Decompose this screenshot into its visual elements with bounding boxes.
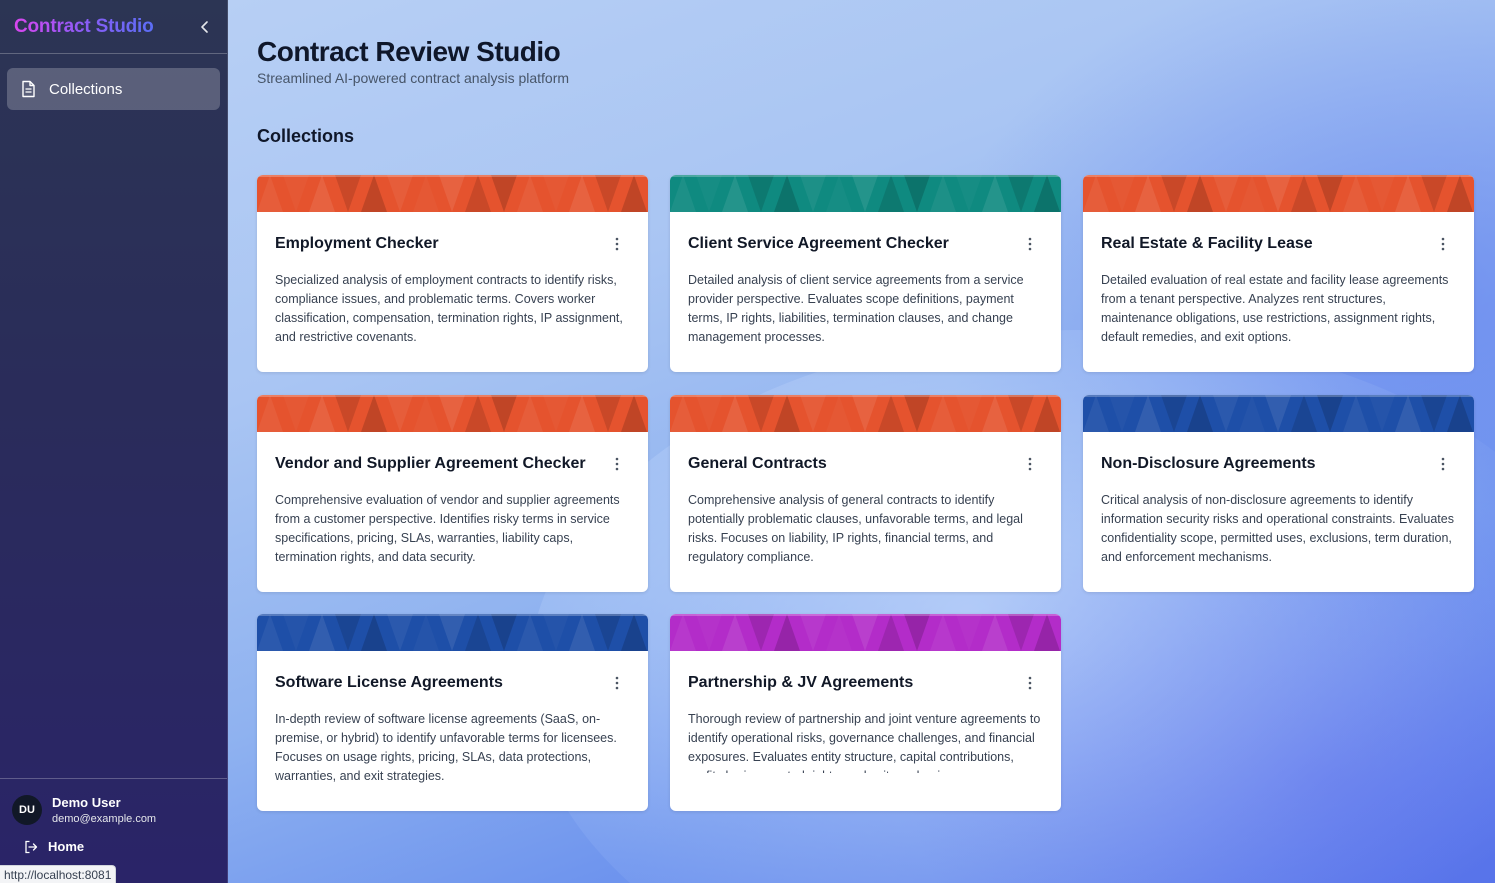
collection-card[interactable]: Client Service Agreement Checker Detaile… [670, 175, 1061, 372]
more-options-button[interactable] [1020, 234, 1040, 254]
card-banner [670, 175, 1061, 212]
collection-card[interactable]: General Contracts Comprehensive analysis… [670, 395, 1061, 592]
card-banner [670, 395, 1061, 432]
card-title: Non-Disclosure Agreements [1101, 455, 1316, 472]
kebab-menu-icon [615, 676, 619, 690]
page-subtitle: Streamlined AI-powered contract analysis… [257, 70, 570, 86]
card-title: Employment Checker [275, 235, 439, 252]
card-description: Detailed analysis of client service agre… [688, 273, 1024, 344]
card-description: Thorough review of partnership and joint… [688, 712, 1041, 773]
home-link[interactable]: Home [0, 825, 227, 854]
sidebar-nav: Collections [0, 54, 227, 124]
collection-card[interactable]: Real Estate & Facility Lease Detailed ev… [1083, 175, 1474, 372]
kebab-menu-icon [1441, 237, 1445, 251]
card-description: In-depth review of software license agre… [275, 712, 617, 783]
more-options-button[interactable] [607, 234, 627, 254]
card-title: Real Estate & Facility Lease [1101, 235, 1313, 252]
collapse-sidebar-button[interactable] [193, 15, 217, 39]
main-content: Contract Review Studio Streamlined AI-po… [228, 0, 1495, 883]
more-options-button[interactable] [1020, 454, 1040, 474]
user-profile[interactable]: DU Demo User demo@example.com [0, 779, 227, 825]
kebab-menu-icon [1441, 457, 1445, 471]
chevron-left-icon [201, 20, 208, 33]
more-options-button[interactable] [607, 673, 627, 693]
sidebar: Contract Studio Collections DU Demo User… [0, 0, 228, 883]
section-title: Collections [257, 126, 355, 146]
card-banner [257, 175, 648, 212]
sidebar-item-collections[interactable]: Collections [7, 68, 220, 110]
sidebar-item-label: Collections [49, 80, 123, 98]
document-icon [19, 80, 37, 98]
kebab-menu-icon [1028, 676, 1032, 690]
card-banner [1083, 175, 1474, 212]
card-banner [1083, 395, 1474, 432]
card-title: Partnership & JV Agreements [688, 674, 914, 691]
user-email: demo@example.com [52, 813, 157, 825]
logout-icon [24, 840, 38, 854]
collection-card[interactable]: Vendor and Supplier Agreement Checker Co… [257, 395, 648, 592]
avatar: DU [12, 795, 42, 825]
card-description: Specialized analysis of employment contr… [275, 273, 623, 344]
collection-card[interactable]: Employment Checker Specialized analysis … [257, 175, 648, 372]
more-options-button[interactable] [1020, 673, 1040, 693]
card-description: Comprehensive evaluation of vendor and s… [275, 493, 620, 564]
kebab-menu-icon [615, 237, 619, 251]
more-options-button[interactable] [1433, 454, 1453, 474]
card-banner [257, 395, 648, 432]
card-title: Vendor and Supplier Agreement Checker [275, 455, 586, 472]
card-title: General Contracts [688, 455, 827, 472]
kebab-menu-icon [615, 457, 619, 471]
collection-card[interactable]: Non-Disclosure Agreements Critical analy… [1083, 395, 1474, 592]
card-title: Client Service Agreement Checker [688, 235, 949, 252]
home-label: Home [48, 839, 85, 854]
card-description: Critical analysis of non-disclosure agre… [1101, 493, 1454, 564]
brand-logo[interactable]: Contract Studio [14, 16, 154, 38]
card-banner [257, 614, 648, 651]
card-banner [670, 614, 1061, 651]
more-options-button[interactable] [1433, 234, 1453, 254]
kebab-menu-icon [1028, 237, 1032, 251]
card-description: Comprehensive analysis of general contra… [688, 493, 1023, 564]
kebab-menu-icon [1028, 457, 1032, 471]
card-title: Software License Agreements [275, 674, 503, 691]
more-options-button[interactable] [607, 454, 627, 474]
page-title: Contract Review Studio [257, 36, 561, 67]
sidebar-header: Contract Studio [0, 0, 227, 54]
card-description: Detailed evaluation of real estate and f… [1101, 273, 1449, 344]
collection-card[interactable]: Software License Agreements In-depth rev… [257, 614, 648, 811]
collection-card[interactable]: Partnership & JV Agreements Thorough rev… [670, 614, 1061, 811]
user-name: Demo User [52, 795, 121, 810]
status-bar-url: http://localhost:8081 [0, 865, 117, 883]
